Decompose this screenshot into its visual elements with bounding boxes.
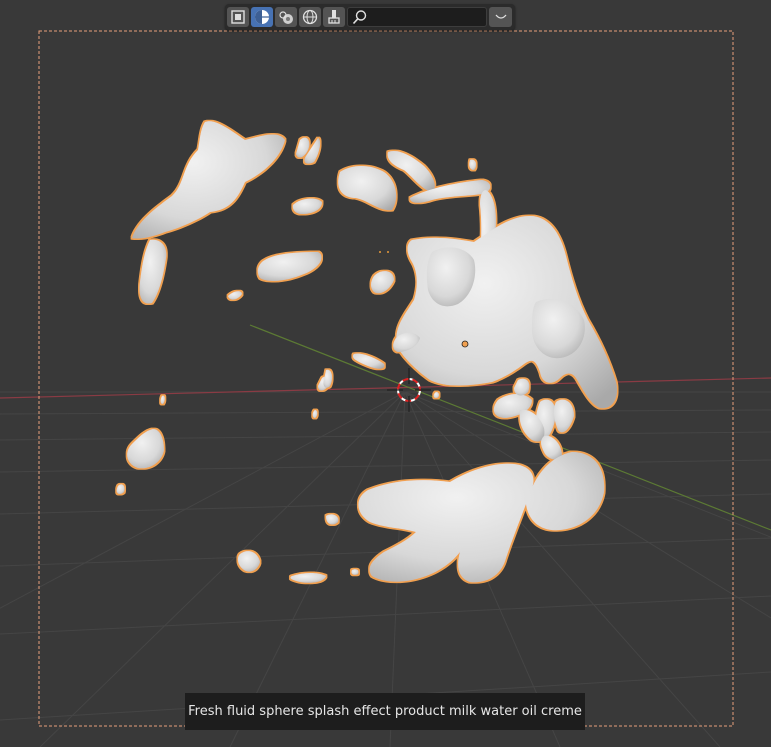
material-preview-icon (279, 11, 293, 24)
wireframe-icon (231, 10, 245, 24)
search-input[interactable] (372, 9, 486, 27)
chevron-down-icon (495, 14, 506, 19)
rendered-shading-button[interactable] (299, 7, 321, 27)
solid-sphere-icon (255, 10, 269, 24)
viewport-header-toolbar (225, 4, 515, 30)
caption-text: Fresh fluid sphere splash effect product… (185, 693, 585, 730)
x-axis-line (0, 377, 771, 399)
fluid-splash-mesh (116, 121, 618, 583)
wireframe-shading-button[interactable] (227, 7, 249, 27)
search-field[interactable] (347, 7, 487, 27)
3d-viewport[interactable] (0, 0, 771, 747)
brush-tool-button[interactable] (323, 7, 345, 27)
brush-icon (328, 10, 340, 24)
object-origin (461, 340, 469, 348)
search-icon (352, 10, 367, 25)
dropdown-button[interactable] (489, 7, 512, 27)
globe-icon (302, 9, 318, 25)
material-preview-button[interactable] (275, 7, 297, 27)
solid-shading-button[interactable] (251, 7, 273, 27)
